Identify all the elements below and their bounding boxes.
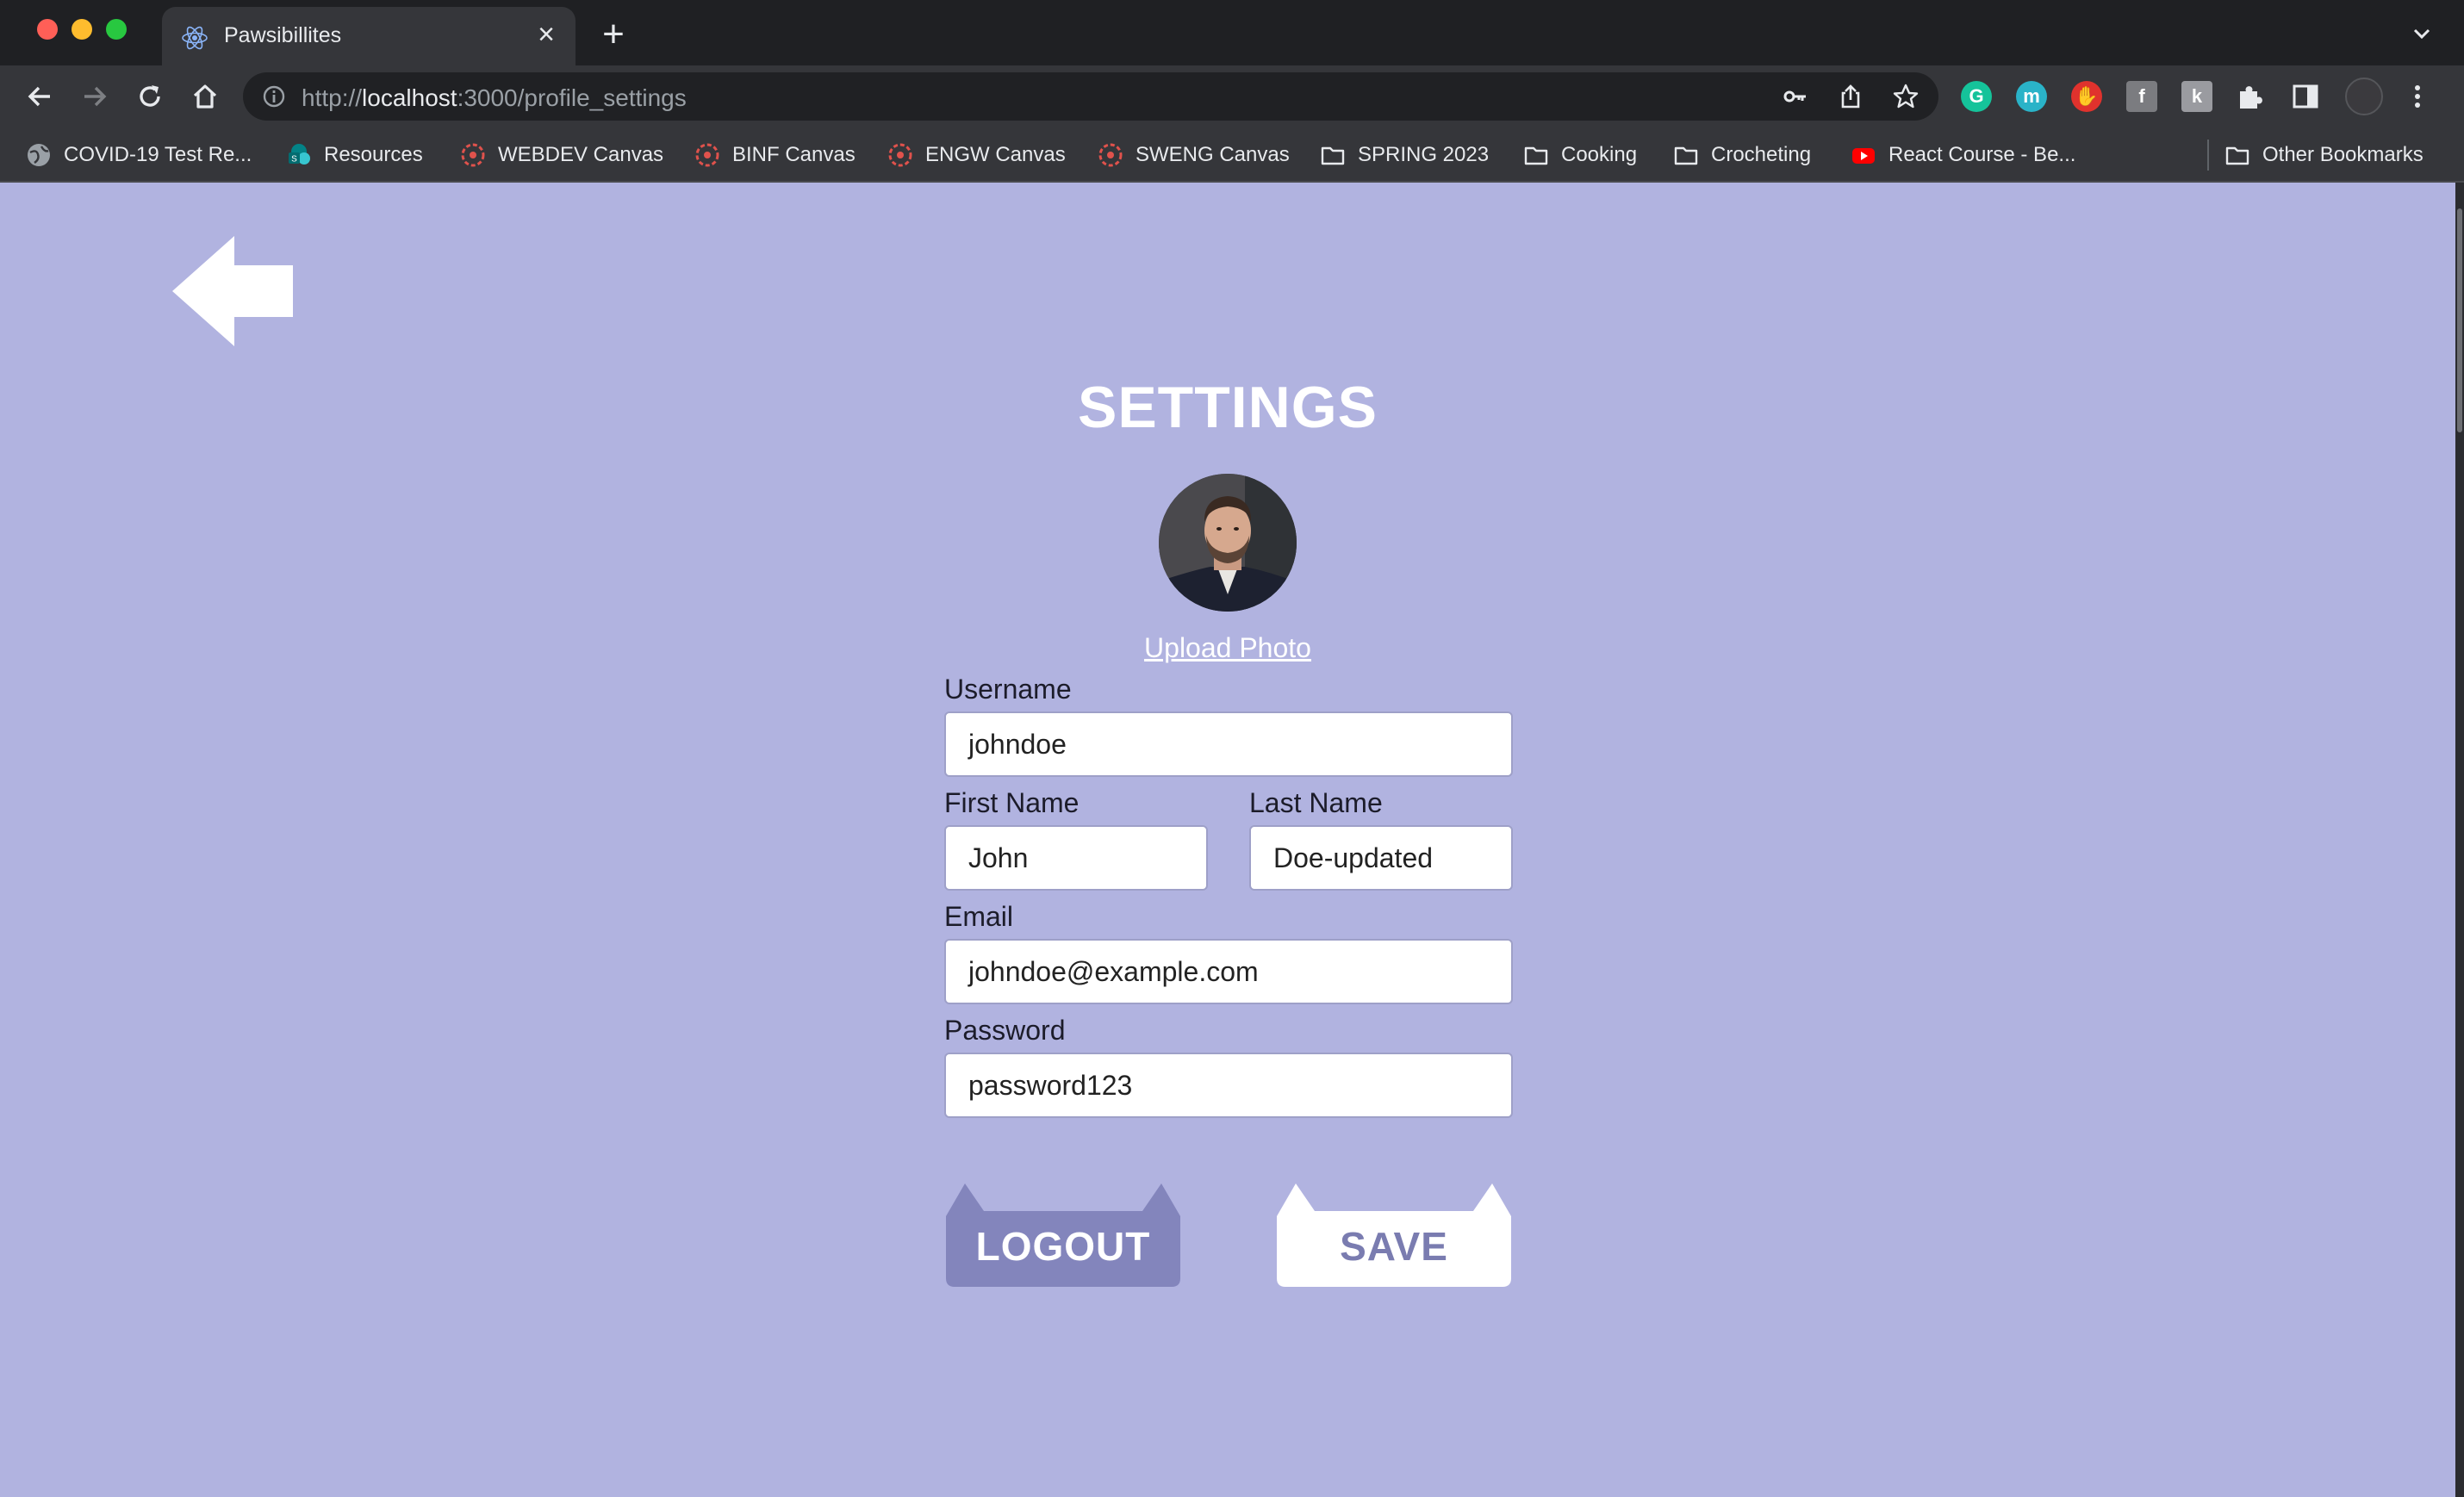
logout-button[interactable]: LOGOUT [946,1178,1180,1287]
star-icon[interactable] [1892,83,1920,110]
save-button[interactable]: SAVE [1277,1178,1511,1287]
tab-close-icon[interactable]: × [531,19,562,50]
other-bookmarks-folder[interactable]: Other Bookmarks [2224,140,2424,171]
sharepoint-icon: S [289,144,310,165]
email-input[interactable]: johndoe@example.com [944,939,1513,1004]
window-maximize-button[interactable] [106,19,127,40]
bookmark-label: COVID-19 Test Re... [64,143,252,166]
reload-icon[interactable] [133,79,167,114]
first-name-label: First Name [944,787,1080,818]
save-button-label: SAVE [1340,1224,1448,1269]
back-icon[interactable] [22,79,57,114]
scrollbar-thumb[interactable] [2457,208,2462,432]
bookmark-label: ENGW Canvas [925,143,1066,166]
page-title: SETTINGS [1077,375,1378,440]
profile-avatar[interactable] [2345,78,2383,115]
canvas-icon [695,143,719,167]
forward-icon[interactable] [78,79,112,114]
upload-photo-link[interactable]: Upload Photo [1055,632,1400,664]
username-label: Username [944,674,1072,705]
url-scheme: http:// [302,84,363,111]
bookmark-folder[interactable]: Crocheting [1673,140,1811,171]
share-icon[interactable] [1837,83,1864,110]
adblock-icon[interactable]: ✋ [2071,81,2102,112]
extension-m-icon[interactable]: m [2016,81,2047,112]
bookmark-label: BINF Canvas [732,143,856,166]
browser-toolbar: http://localhost:3000/profile_settings G… [0,65,2464,127]
react-icon [182,26,208,50]
browser-tab-active[interactable]: Pawsibillites × [162,7,576,65]
url-host: localhost [362,84,457,111]
bookmark-item[interactable]: ENGW Canvas [887,140,1066,171]
bookmark-item[interactable]: WEBDEV Canvas [460,140,663,171]
home-icon[interactable] [188,79,222,114]
folder-icon [1674,146,1698,165]
last-name-input[interactable]: Doe-updated [1249,825,1513,891]
new-tab-icon[interactable]: + [596,16,631,53]
address-bar[interactable]: http://localhost:3000/profile_settings [243,72,1938,121]
bookmark-label: WEBDEV Canvas [498,143,664,166]
bookmark-label: Cooking [1561,143,1638,166]
page-scrollbar[interactable] [2455,183,2464,1497]
email-label: Email [944,901,1014,932]
tab-title: Pawsibillites [224,23,342,47]
svg-text:S: S [291,155,297,165]
bookmark-item[interactable]: S Resources [286,140,423,171]
folder-icon [1524,146,1548,165]
kebab-menu-icon[interactable] [2402,81,2433,112]
bookmarks-divider [2207,140,2209,171]
logout-button-label: LOGOUT [975,1224,1151,1269]
canvas-icon [888,143,912,167]
grammarly-icon[interactable]: G [1961,81,1992,112]
profile-photo-image [1159,474,1297,612]
password-label: Password [944,1015,1066,1046]
folder-icon [1321,146,1345,165]
extension-k-icon[interactable]: k [2181,81,2212,112]
bookmark-item[interactable]: SWENG Canvas [1098,140,1290,171]
profile-photo [1159,474,1297,612]
bookmark-item[interactable]: BINF Canvas [694,140,856,171]
chevron-down-icon[interactable] [2409,21,2435,47]
browser-tab-bar: Pawsibillites × + [0,0,2464,65]
side-panel-icon[interactable] [2290,81,2321,112]
bookmark-label: SWENG Canvas [1136,143,1290,166]
first-name-input[interactable]: John [944,825,1208,891]
canvas-icon [1098,143,1123,167]
settings-page: SETTINGS Upload Photo Username johndoe F… [0,183,2455,1497]
bookmark-item[interactable]: COVID-19 Test Re... [26,140,252,171]
window-close-button[interactable] [37,19,58,40]
info-icon[interactable] [262,84,286,109]
bookmark-folder[interactable]: SPRING 2023 [1320,140,1489,171]
bookmark-label: React Course - Be... [1888,143,2076,166]
window-minimize-button[interactable] [72,19,92,40]
extensions-puzzle-icon[interactable] [2235,81,2266,112]
bookmark-label: Other Bookmarks [2262,143,2424,166]
url-path: :3000/profile_settings [457,84,687,111]
bookmark-label: Resources [324,143,423,166]
facebook-icon[interactable]: f [2126,81,2157,112]
bookmark-item[interactable]: React Course - Be... [1851,140,2075,171]
bookmarks-bar: COVID-19 Test Re... S Resources WEBDEV C… [0,127,2464,183]
youtube-icon [1852,148,1875,164]
back-arrow-icon[interactable] [172,236,298,346]
password-input[interactable]: password123 [944,1053,1513,1118]
globe-icon [28,144,50,166]
url-text[interactable]: http://localhost:3000/profile_settings [302,84,687,112]
username-input[interactable]: johndoe [944,711,1513,777]
bookmark-label: SPRING 2023 [1358,143,1490,166]
bookmark-folder[interactable]: Cooking [1523,140,1637,171]
canvas-icon [461,143,485,167]
bookmark-label: Crocheting [1711,143,1812,166]
key-icon[interactable] [1782,83,1809,110]
last-name-label: Last Name [1249,787,1383,818]
folder-icon [2225,146,2249,165]
